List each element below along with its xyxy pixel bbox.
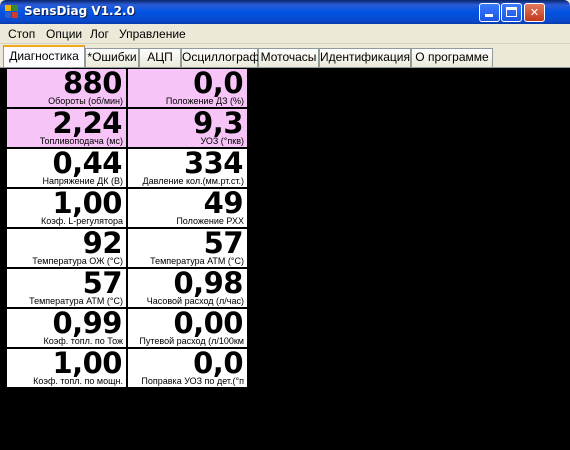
gauge-label: Давление кол.(мм.рт.ст.) bbox=[142, 176, 244, 186]
menu-stop[interactable]: Стоп bbox=[8, 27, 35, 41]
gauge-cell: 0,98 Часовой расход (л/час) bbox=[128, 269, 247, 307]
gauge-value: 0,99 bbox=[52, 309, 122, 340]
tab-diagnostics[interactable]: Диагностика bbox=[3, 45, 85, 67]
menu-log[interactable]: Лог bbox=[90, 27, 109, 41]
gauge-cell: 92 Температура ОЖ (°С) bbox=[7, 229, 126, 267]
gauge-value: 880 bbox=[62, 69, 123, 100]
gauge-label: Путевой расход (л/100км bbox=[139, 336, 244, 346]
gauge-label: Коэф. L-регулятора bbox=[40, 216, 123, 226]
gauge-cell: 57 Температура АТМ (°С) bbox=[7, 269, 126, 307]
gauge-cell: 2,24 Топливоподача (мс) bbox=[7, 109, 126, 147]
gauge-cell: 1,00 Коэф. топл. по мощн. bbox=[7, 349, 126, 387]
close-icon: ✕ bbox=[529, 6, 540, 19]
window-title: SensDiag V1.2.0 bbox=[24, 4, 135, 18]
tab-errors[interactable]: *Ошибки bbox=[85, 48, 139, 67]
gauge-value: 1,00 bbox=[52, 349, 122, 380]
gauge-label: Температура ОЖ (°С) bbox=[32, 256, 123, 266]
gauge-cell: 0,99 Коэф. топл. по Тож bbox=[7, 309, 126, 347]
tab-identification[interactable]: Идентификация bbox=[319, 48, 411, 67]
gauge-label: Коэф. топл. по Тож bbox=[43, 336, 124, 346]
minimize-button[interactable] bbox=[479, 3, 500, 22]
gauge-value: 2,24 bbox=[52, 109, 122, 140]
gauge-value: 0,00 bbox=[173, 309, 243, 340]
gauge-cell: 57 Температура АТМ (°С) bbox=[128, 229, 247, 267]
tab-adc[interactable]: АЦП bbox=[139, 48, 181, 67]
gauge-label: Часовой расход (л/час) bbox=[146, 296, 244, 306]
gauge-value: 0,0 bbox=[193, 349, 243, 380]
gauge-cell: 334 Давление кол.(мм.рт.ст.) bbox=[128, 149, 247, 187]
gauge-label: Топливоподача (мс) bbox=[39, 136, 123, 146]
gauge-cell: 1,00 Коэф. L-регулятора bbox=[7, 189, 126, 227]
gauge-cell: 0,0 Положение ДЗ (%) bbox=[128, 69, 247, 107]
gauge-label: Температура АТМ (°С) bbox=[29, 296, 123, 306]
gauge-cell: 9,3 УОЗ (°пкв) bbox=[128, 109, 247, 147]
close-button[interactable]: ✕ bbox=[524, 3, 545, 22]
gauge-cell: 0,0 Поправка УОЗ по дет.(°п bbox=[128, 349, 247, 387]
gauge-label: УОЗ (°пкв) bbox=[200, 136, 244, 146]
gauge-value: 0,44 bbox=[52, 149, 122, 180]
gauge-value: 49 bbox=[203, 189, 244, 220]
tab-oscilloscope[interactable]: Осциллограф bbox=[181, 48, 259, 67]
gauge-value: 0,0 bbox=[193, 69, 243, 100]
maximize-button[interactable] bbox=[501, 3, 522, 22]
gauge-value: 92 bbox=[82, 229, 123, 260]
gauge-label: Положение РХХ bbox=[176, 216, 244, 226]
gauge-cell: 0,44 Напряжение ДК (В) bbox=[7, 149, 126, 187]
maximize-icon bbox=[506, 7, 517, 17]
gauge-label: Коэф. топл. по мощн. bbox=[33, 376, 123, 386]
gauge-label: Обороты (об/мин) bbox=[48, 96, 123, 106]
app-icon[interactable] bbox=[5, 5, 19, 19]
gauge-label: Положение ДЗ (%) bbox=[165, 96, 244, 106]
gauge-label: Напряжение ДК (В) bbox=[42, 176, 123, 186]
title-bar[interactable]: SensDiag V1.2.0 ✕ bbox=[0, 0, 570, 24]
gauge-value: 334 bbox=[183, 149, 244, 180]
gauge-label: Температура АТМ (°С) bbox=[150, 256, 244, 266]
gauge-cell: 0,00 Путевой расход (л/100км bbox=[128, 309, 247, 347]
menu-bar: Стоп Опции Лог Управление bbox=[0, 24, 570, 44]
gauge-label: Поправка УОЗ по дет.(°п bbox=[141, 376, 244, 386]
gauge-value: 57 bbox=[203, 229, 244, 260]
minimize-icon bbox=[485, 14, 493, 17]
menu-control[interactable]: Управление bbox=[119, 27, 186, 41]
diagnostics-panel: 880 Обороты (об/мин) 0,0 Положение ДЗ (%) 2,… bbox=[0, 67, 570, 450]
gauge-value: 9,3 bbox=[193, 109, 243, 140]
gauge-cell: 880 Обороты (об/мин) bbox=[7, 69, 126, 107]
app-window: SensDiag V1.2.0 ✕ Стоп Опции Лог Управле… bbox=[0, 0, 570, 450]
tab-about[interactable]: О программе bbox=[411, 48, 493, 67]
tab-engine-hours[interactable]: Моточасы bbox=[258, 48, 319, 67]
tab-strip: Диагностика *Ошибки АЦП Осциллограф Мото… bbox=[0, 45, 570, 67]
gauge-value: 0,98 bbox=[173, 269, 243, 300]
gauge-value: 1,00 bbox=[52, 189, 122, 220]
menu-options[interactable]: Опции bbox=[46, 27, 82, 41]
gauge-value: 57 bbox=[82, 269, 123, 300]
gauge-cell: 49 Положение РХХ bbox=[128, 189, 247, 227]
